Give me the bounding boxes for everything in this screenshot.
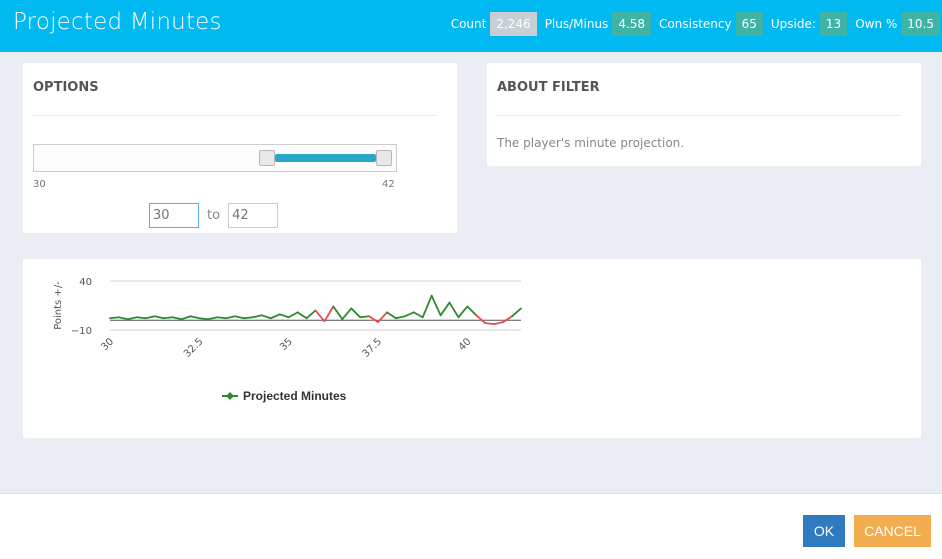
divider [33, 115, 437, 116]
series-segment [216, 316, 228, 320]
series-segment [359, 315, 371, 319]
slider-range-fill [275, 154, 376, 162]
about-title: ABOUT FILTER [497, 80, 600, 95]
series-segment [198, 317, 210, 321]
series-segment [234, 315, 245, 320]
series-segment [439, 301, 451, 317]
series-segment [475, 314, 487, 325]
range-to-input[interactable] [228, 203, 279, 228]
series-segment [278, 313, 290, 319]
series-segment [314, 309, 326, 323]
series-segment [386, 311, 397, 320]
series-segment [412, 311, 424, 319]
series-segment [109, 316, 120, 320]
cancel-button[interactable]: CANCEL [854, 515, 931, 547]
series-segment [269, 313, 281, 320]
series-segment [350, 307, 362, 319]
stat-label: Count [450, 17, 487, 31]
divider [497, 115, 901, 116]
stats-bar: Count 2,246 Plus/Minus 4.58 Consistency … [443, 12, 940, 36]
stat-label: Upside: [770, 17, 816, 31]
series-segment [144, 315, 156, 320]
range-inputs: to [149, 203, 279, 228]
series-segment [225, 315, 236, 320]
about-filter-panel: ABOUT FILTER The player's minute project… [487, 63, 921, 166]
legend-label: Projected Minutes [243, 389, 347, 403]
stat-plus-minus: Plus/Minus 4.58 [544, 12, 652, 36]
series-segment [189, 315, 201, 320]
series-segment [511, 307, 522, 318]
stat-upside: Upside: 13 [770, 12, 848, 36]
series-segment [421, 294, 433, 319]
legend-marker-icon [226, 392, 234, 400]
x-tick-label: 32.5 [182, 336, 206, 360]
series-segment [180, 315, 192, 321]
x-tick-label: 35 [278, 336, 295, 353]
stat-label: Plus/Minus [544, 17, 609, 31]
y-tick-label: −10 [71, 326, 92, 337]
about-description: The player's minute projection. [497, 136, 685, 150]
series-segment [430, 294, 442, 317]
stat-own-pct: Own % 10.5 [855, 12, 940, 36]
series-segment [457, 305, 469, 319]
stat-consistency: Consistency 65 [659, 12, 763, 36]
options-panel: OPTIONS 30 42 to [23, 63, 457, 233]
series-segment [395, 315, 406, 320]
series-segment [323, 305, 335, 323]
series-segment [287, 311, 299, 319]
options-title: OPTIONS [33, 80, 99, 95]
page-title: Projected Minutes [13, 9, 222, 35]
series-segment [207, 316, 219, 321]
stat-value: 4.58 [612, 12, 652, 36]
series-segment [368, 315, 379, 324]
y-axis-label: Points +/- [53, 281, 64, 330]
series-segment [252, 314, 263, 319]
stat-count: Count 2,246 [451, 12, 537, 36]
series-segment [484, 322, 496, 326]
slider-min-label: 30 [33, 179, 46, 190]
content-area: OPTIONS 30 42 to ABOUT FILTER The player… [0, 52, 942, 493]
x-tick-label: 37.5 [361, 336, 385, 360]
x-tick-label: 40 [457, 336, 474, 353]
x-tick-label: 30 [99, 336, 116, 353]
series-segment [260, 314, 272, 320]
stat-value: 13 [819, 12, 848, 36]
range-slider[interactable] [33, 144, 397, 172]
stat-value: 2,246 [490, 12, 537, 36]
series-segment [126, 316, 138, 321]
slider-handle-low[interactable] [259, 150, 276, 166]
stat-value: 10.5 [901, 12, 940, 36]
slider-max-label: 42 [382, 179, 395, 190]
chart-panel: 40 −10 Points +/- 30 32.5 35 37.5 40 Projected M… [23, 259, 921, 438]
series-segment [332, 305, 344, 321]
series-segment [341, 307, 353, 321]
series-segment [403, 311, 415, 318]
ok-button[interactable]: OK [803, 515, 845, 547]
series-segment [135, 316, 147, 320]
series-segment [502, 315, 513, 324]
series-segment [162, 316, 174, 320]
series-segment [493, 321, 505, 326]
range-to-label: to [207, 208, 221, 223]
stat-label: Own % [855, 17, 898, 31]
series-segment [118, 316, 129, 321]
range-from-input[interactable] [149, 203, 199, 228]
series-segment [305, 309, 317, 320]
slider-handle-high[interactable] [376, 150, 392, 166]
line-chart: 40 −10 Points +/- 30 32.5 35 37.5 40 Projected M… [53, 277, 522, 403]
series-segment [243, 316, 254, 320]
y-tick-label: 40 [79, 277, 92, 288]
footer-bar: OK CANCEL [0, 493, 942, 559]
series-segment [153, 315, 165, 320]
series-segment [466, 305, 478, 317]
stat-value: 65 [735, 12, 763, 36]
header-bar: Projected Minutes Count 2,246 Plus/Minus… [0, 0, 942, 52]
series-segment [171, 316, 183, 321]
stat-label: Consistency [659, 17, 732, 31]
series-segment [448, 301, 460, 319]
series-segment [296, 311, 308, 320]
